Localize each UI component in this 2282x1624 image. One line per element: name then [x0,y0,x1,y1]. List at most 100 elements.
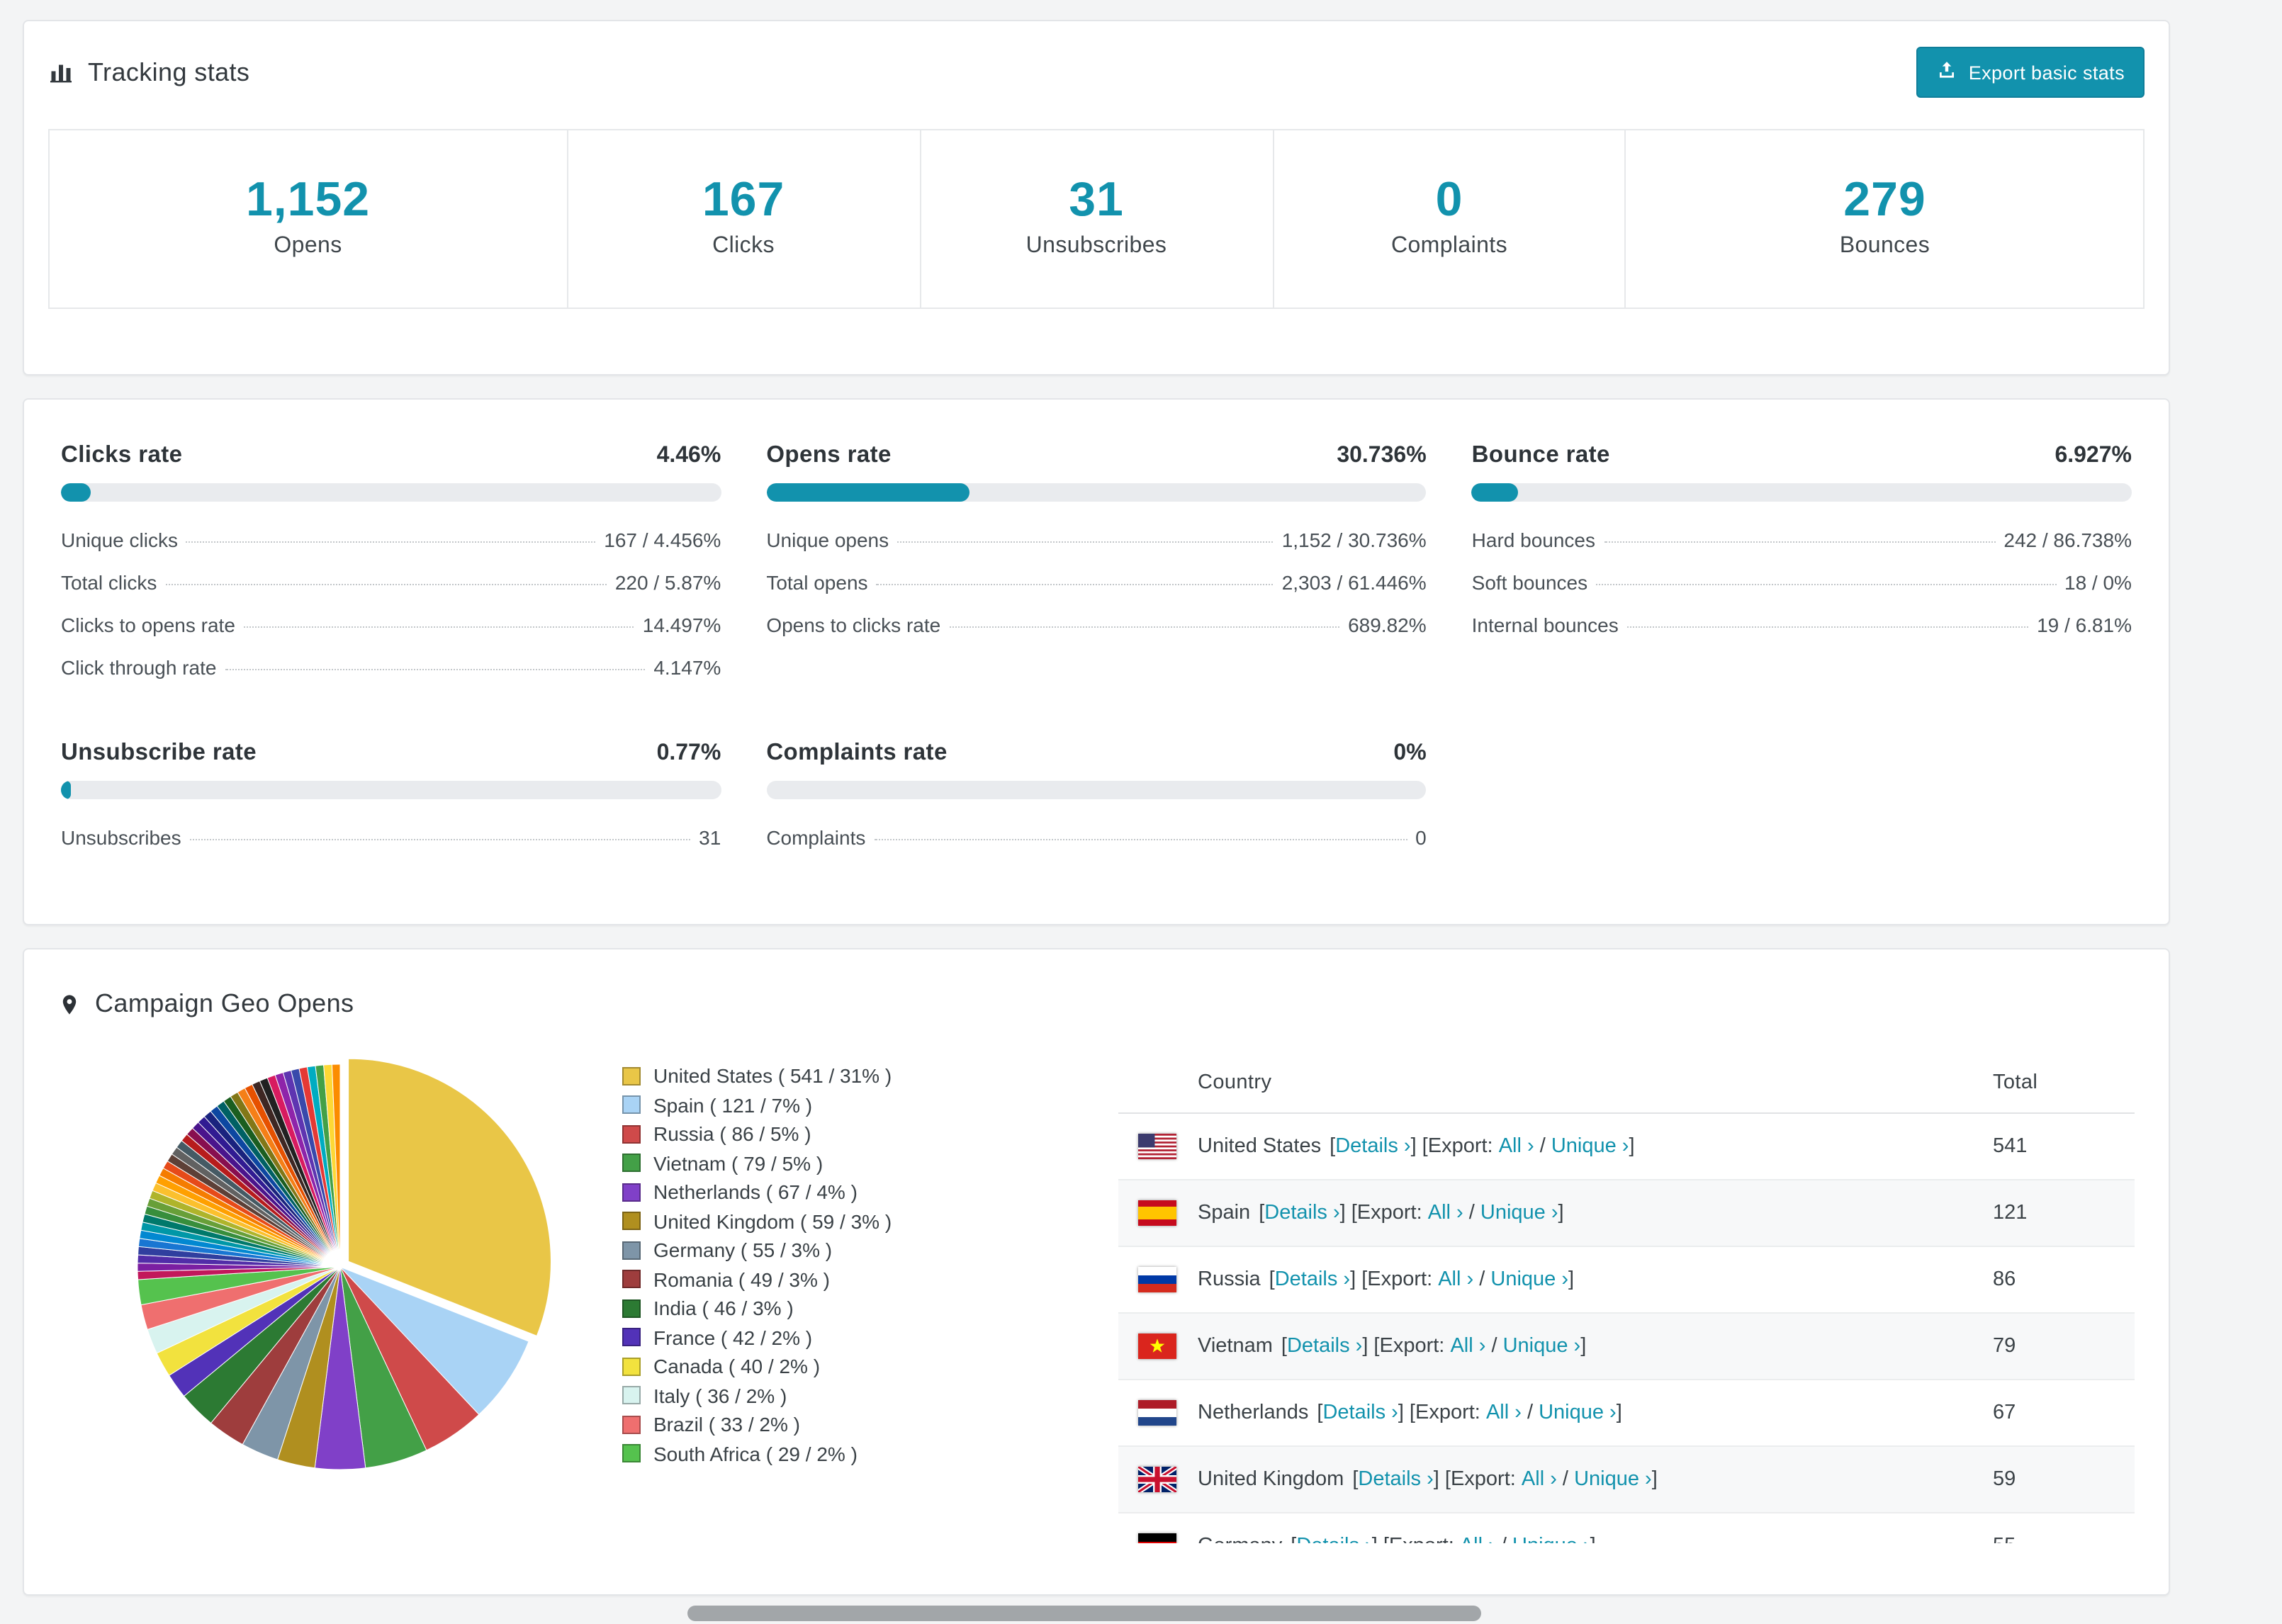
export-all-link[interactable]: All › [1486,1402,1522,1424]
campaign-geo-title: Campaign Geo Opens [58,989,2135,1019]
dotted-leader [1626,626,2029,628]
summary-value: 31 [1069,173,1124,227]
details-link[interactable]: Details › [1287,1335,1362,1358]
rate-value: 0% [1393,741,1427,765]
es-flag-icon [1138,1200,1176,1226]
location-pin-icon [58,993,81,1015]
export-unique-link[interactable]: Unique › [1574,1468,1652,1491]
legend-label: United States ( 541 / 31% ) [653,1064,892,1087]
rate-block-opens-rate: Opens rate 30.736% Unique opens 1,152 / … [766,442,1427,689]
rate-detail-row: Hard bounces 242 / 86.738% [1472,519,2132,561]
tracking-stats-title-text: Tracking stats [88,57,250,86]
legend-label: Canada ( 40 / 2% ) [653,1355,821,1377]
rate-detail-row: Total opens 2,303 / 61.446% [766,561,1426,604]
summary-stat-opens: 1,152 Opens [50,130,568,308]
legend-swatch [622,1066,641,1086]
rate-detail-label: Click through rate [61,656,217,679]
country-name: Netherlands [1198,1402,1309,1424]
rate-progress-fill [1471,483,1518,502]
dotted-leader [1604,541,1996,543]
rate-detail-row: Unique opens 1,152 / 30.736% [766,519,1426,561]
summary-label: Unsubscribes [1025,234,1167,258]
export-all-link[interactable]: All › [1450,1335,1485,1358]
rate-detail-row: Click through rate 4.147% [61,646,721,689]
rate-detail-value: 167 / 4.456% [604,529,721,551]
legend-swatch [622,1415,641,1434]
legend-swatch [622,1328,641,1347]
details-link[interactable]: Details › [1275,1268,1350,1291]
rate-detail-value: 689.82% [1348,614,1427,636]
rate-detail-row: Clicks to opens rate 14.497% [61,604,721,646]
summary-label: Opens [274,234,342,258]
dotted-leader [1596,584,2056,585]
pie-svg [137,1058,551,1470]
export-unique-link[interactable]: Unique › [1490,1268,1568,1291]
country-cell: Netherlands [Details ›] [Export: All › /… [1118,1380,1993,1445]
horizontal-scrollbar-thumb[interactable] [687,1606,1481,1621]
legend-label: Romania ( 49 / 3% ) [653,1268,830,1290]
rate-head: Bounce rate 6.927% [1472,442,2132,469]
export-unique-link[interactable]: Unique › [1539,1402,1617,1424]
export-unique-link[interactable]: Unique › [1551,1135,1629,1158]
geo-table-header-row: Country Total [1118,1053,2135,1114]
rate-detail-label: Unique opens [766,529,889,551]
legend-label: France ( 42 / 2% ) [653,1326,813,1348]
rate-value: 6.927% [2055,444,2132,468]
legend-item: Brazil ( 33 / 2% ) [622,1410,1019,1439]
rate-name: Bounce rate [1471,442,1610,468]
export-unique-link[interactable]: Unique › [1503,1335,1581,1358]
summary-stat-clicks: 167 Clicks [568,130,921,308]
export-all-link[interactable]: All › [1438,1268,1473,1291]
legend-swatch [622,1299,641,1318]
legend-item: United Kingdom ( 59 / 3% ) [622,1207,1019,1236]
rate-detail-value: 0 [1415,826,1427,849]
rate-progress-fill [61,781,71,799]
export-all-link[interactable]: All › [1460,1535,1495,1543]
geo-table-row-russia: Russia [Details ›] [Export: All › / Uniq… [1118,1246,2135,1314]
rate-detail-value: 4.147% [653,656,721,679]
geo-table: Country Total United States [Details ›] … [1118,1053,2135,1543]
legend-label: Netherlands ( 67 / 4% ) [653,1180,858,1203]
dotted-leader [897,541,1274,543]
geo-table-row-germany: Germany [Details ›] [Export: All › / Uni… [1118,1513,2135,1543]
summary-value: 0 [1435,173,1463,227]
rate-detail-value: 19 / 6.81% [2037,614,2132,636]
dotted-leader [874,839,1407,840]
rate-detail-row: Internal bounces 19 / 6.81% [1472,604,2132,646]
rate-head: Complaints rate 0% [766,740,1426,767]
details-link[interactable]: Details › [1322,1402,1398,1424]
details-link[interactable]: Details › [1358,1468,1433,1491]
summary-stat-complaints: 0 Complaints [1274,130,1626,308]
dotted-leader [186,541,596,543]
export-basic-stats-button[interactable]: Export basic stats [1916,47,2145,98]
export-icon [1936,60,1957,85]
geo-table-row-netherlands: Netherlands [Details ›] [Export: All › /… [1118,1380,2135,1447]
summary-stat-unsubscribes: 31 Unsubscribes [921,130,1274,308]
rate-block-bounce-rate: Bounce rate 6.927% Hard bounces 242 / 86… [1471,442,2132,689]
export-all-link[interactable]: All › [1499,1135,1534,1158]
export-unique-link[interactable]: Unique › [1512,1535,1590,1543]
rate-detail-value: 18 / 0% [2064,571,2132,594]
campaign-geo-title-text: Campaign Geo Opens [95,989,354,1017]
rate-detail-label: Unique clicks [61,529,178,551]
export-unique-link[interactable]: Unique › [1480,1202,1558,1224]
details-link[interactable]: Details › [1264,1202,1339,1224]
summary-label: Bounces [1839,234,1930,258]
legend-item: India ( 46 / 3% ) [622,1294,1019,1323]
details-link[interactable]: Details › [1335,1135,1410,1158]
country-name: Germany [1198,1535,1282,1543]
details-link[interactable]: Details › [1296,1535,1371,1543]
export-all-link[interactable]: All › [1522,1468,1557,1491]
tracking-stats-header: Tracking stats Export basic stats [48,47,2145,98]
export-all-link[interactable]: All › [1428,1202,1463,1224]
legend-item: Germany ( 55 / 3% ) [622,1236,1019,1265]
geo-pie-chart [126,1053,554,1543]
rate-value: 30.736% [1337,444,1427,468]
rate-block-complaints-rate: Complaints rate 0% Complaints 0 [766,740,1427,859]
rate-name: Opens rate [766,442,892,468]
legend-item: Vietnam ( 79 / 5% ) [622,1149,1019,1178]
rate-detail-label: Opens to clicks rate [766,614,941,636]
legend-label: Vietnam ( 79 / 5% ) [653,1151,824,1174]
country-cell: Spain [Details ›] [Export: All › / Uniqu… [1118,1180,1993,1246]
legend-swatch [622,1270,641,1289]
